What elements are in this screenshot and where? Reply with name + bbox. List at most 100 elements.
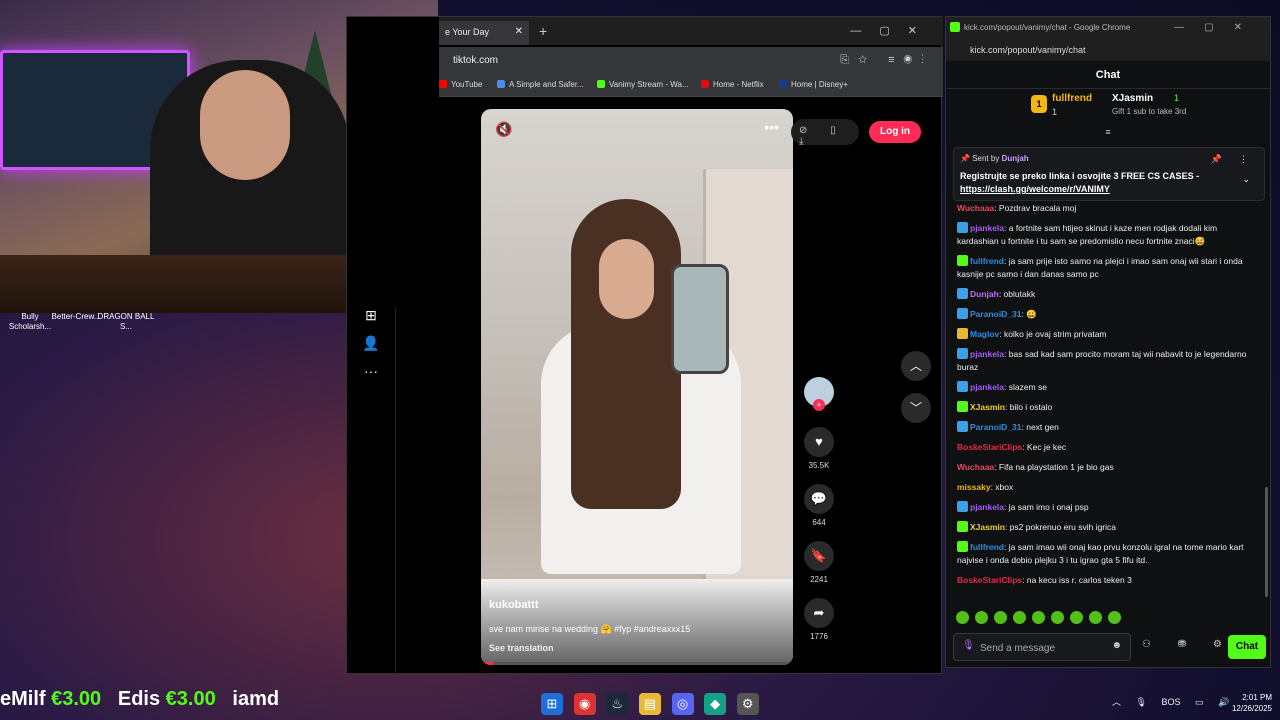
file-explorer-icon[interactable]: ▤ (638, 693, 661, 715)
tab-close-icon[interactable]: ✕ (515, 26, 523, 37)
chat-username[interactable]: Maglov (970, 329, 999, 339)
emote-icon[interactable] (1089, 611, 1102, 624)
window-controls[interactable]: —▢✕ (850, 24, 935, 37)
app-icon[interactable]: ◆ (704, 693, 727, 715)
emote-bar[interactable] (956, 611, 1156, 625)
steam-icon[interactable]: ♨ (606, 693, 629, 715)
tools-pill[interactable]: ⊘ ▯ ⤓ (791, 119, 859, 147)
chat-username[interactable]: Wuchaaa (957, 462, 994, 472)
save-action[interactable]: 🔖 2241 (803, 541, 835, 584)
emote-icon[interactable] (1051, 611, 1064, 624)
chat-username[interactable]: Dunjah (970, 289, 999, 299)
bookmark-disney[interactable]: Home | Disney+ (779, 80, 848, 89)
emote-icon[interactable] (1070, 611, 1083, 624)
profile-icon[interactable]: 👤 (347, 335, 395, 363)
emote-icon[interactable] (994, 611, 1007, 624)
filter-icon[interactable]: ≡ (946, 127, 1270, 137)
chat-username[interactable]: BoskeStariClips (957, 575, 1022, 585)
mic-icon[interactable]: 🎙 (962, 640, 975, 651)
bookmark-netflix[interactable]: Home - Netflix (701, 80, 764, 89)
chat-username[interactable]: fullfrend (970, 542, 1004, 552)
address-bar[interactable]: tiktok.com ⎘☆ ≡◉⋮ (439, 47, 943, 75)
follow-plus-icon[interactable]: + (813, 399, 825, 411)
bookmark-icon[interactable]: 🔖 (804, 541, 834, 571)
comment-action[interactable]: 💬 644 (803, 484, 835, 527)
chat-username[interactable]: fullfrend (970, 256, 1004, 266)
emoji-icon[interactable]: ☻ (1111, 640, 1122, 651)
bookmark-youtube[interactable]: YouTube (439, 80, 482, 89)
video-author[interactable]: kukobattt (489, 599, 539, 611)
emote-icon[interactable] (1013, 611, 1026, 624)
login-button[interactable]: Log in (869, 121, 921, 143)
chat-username[interactable]: pjankela (970, 349, 1004, 359)
send-chat-button[interactable]: Chat (1228, 635, 1266, 659)
pin-icon[interactable]: 📌 (1211, 154, 1222, 165)
chat-username[interactable]: ParanoiD_31 (970, 309, 1022, 319)
share-count: 1776 (810, 632, 828, 641)
chat-username[interactable]: XJasmin (970, 402, 1005, 412)
like-action[interactable]: ♥ 35.5K (803, 427, 835, 470)
chat-username[interactable]: Wuchaaa (957, 203, 994, 213)
desktop-icon-dragon-ball[interactable]: DRAGON BALL S... (96, 312, 156, 332)
chat-username[interactable]: missaky (957, 482, 991, 492)
bookmark-vanimy[interactable]: Vanimy Stream - Wa... (597, 80, 689, 89)
emote-icon[interactable] (1032, 611, 1045, 624)
share-icon[interactable]: ➦ (804, 598, 834, 628)
chat-username[interactable]: ParanoiD_31 (970, 422, 1022, 432)
chevron-down-icon[interactable]: ⌄ (1242, 174, 1250, 185)
chat-message: pjankela: bas sad kad sam procito moram … (957, 348, 1257, 374)
pinned-more-icon[interactable]: ⋮ (1239, 154, 1248, 165)
chrome-icon[interactable]: ◉ (573, 693, 596, 715)
chat-input-box[interactable]: 🎙 ☻ (953, 633, 1131, 661)
chat-username[interactable]: BoskeStariClips (957, 442, 1022, 452)
tray-chevron-icon[interactable]: ︿ (1112, 697, 1121, 707)
taskbar-clock[interactable]: 2:01 PM 12/26/2025 (1224, 692, 1272, 714)
settings-icon[interactable]: ⚙ (736, 693, 759, 715)
windows-start-icon[interactable]: ⊞ (541, 693, 563, 715)
chat-message-input[interactable] (980, 640, 1110, 656)
taskbar-apps: ⊞ ◉ ♨ ▤ ◎ ◆ ⚙ (541, 693, 766, 715)
video-progress-bar[interactable] (481, 662, 793, 665)
emote-icon[interactable] (975, 611, 988, 624)
new-tab-icon[interactable]: + (539, 23, 547, 39)
chat-url-bar[interactable]: kick.com/popout/vanimy/chat (946, 39, 1270, 61)
chat-scrollbar[interactable] (1265, 487, 1268, 597)
tray-mic-icon[interactable]: 🎙 (1136, 697, 1147, 707)
next-video-icon[interactable]: ﹀ (901, 393, 931, 423)
leader-first-name[interactable]: fullfrend (1052, 93, 1092, 104)
creator-avatar-action[interactable]: + (803, 377, 835, 411)
nav-more-icon[interactable]: ··· (347, 363, 395, 391)
chat-window-controls[interactable]: —▢✕ (1174, 22, 1262, 33)
system-tray: ︿ 🎙 BOS ▭ 🔊 (1112, 695, 1241, 708)
share-action[interactable]: ➦ 1776 (803, 598, 835, 641)
emote-icon[interactable] (956, 611, 969, 624)
chat-username[interactable]: pjankela (970, 382, 1004, 392)
heart-icon[interactable]: ♥ (804, 427, 834, 457)
chat-badge-icon (957, 421, 968, 432)
tab-tiktok[interactable]: e Your Day ✕ (439, 21, 529, 45)
creator-avatar[interactable]: + (804, 377, 834, 411)
chat-username[interactable]: pjankela (970, 223, 1004, 233)
chat-username[interactable]: pjankela (970, 502, 1004, 512)
language-indicator[interactable]: BOS (1161, 697, 1180, 707)
network-icon[interactable]: ▭ (1195, 697, 1204, 707)
emote-icon[interactable] (1108, 611, 1121, 624)
mute-icon[interactable]: 🔇 (495, 121, 512, 138)
pinned-link[interactable]: https://clash.gg/welcome/r/VANIMY (960, 184, 1110, 194)
bookmark-simple-safer[interactable]: A Simple and Safer... (497, 80, 584, 89)
leader-second-name[interactable]: XJasmin (1112, 93, 1153, 104)
chat-tools-icons[interactable]: ⚇ ⛃ ⚙ (1142, 639, 1234, 650)
see-translation-link[interactable]: See translation (489, 643, 554, 653)
gift-leaderboard: 1 fullfrend 1 XJasmin 1 Gift 1 sub to ta… (946, 89, 1270, 127)
url-text[interactable]: tiktok.com (453, 55, 498, 66)
toolbar-icons[interactable]: ⎘☆ ≡◉⋮ (840, 54, 933, 67)
gift-sub-text[interactable]: Gift 1 sub to take 3rd (1112, 107, 1186, 116)
upload-icon[interactable]: ⊞ (347, 307, 395, 335)
comment-icon[interactable]: 💬 (804, 484, 834, 514)
video-more-icon[interactable]: ••• (764, 119, 779, 135)
previous-video-icon[interactable]: ︿ (901, 351, 931, 381)
discord-icon[interactable]: ◎ (671, 693, 694, 715)
video-player[interactable]: 🔇 ••• kukobattt sve nam mirise na weddin… (481, 109, 793, 665)
chat-message: BoskeStariClips: Kec je kec (957, 441, 1257, 454)
chat-username[interactable]: XJasmin (970, 522, 1005, 532)
